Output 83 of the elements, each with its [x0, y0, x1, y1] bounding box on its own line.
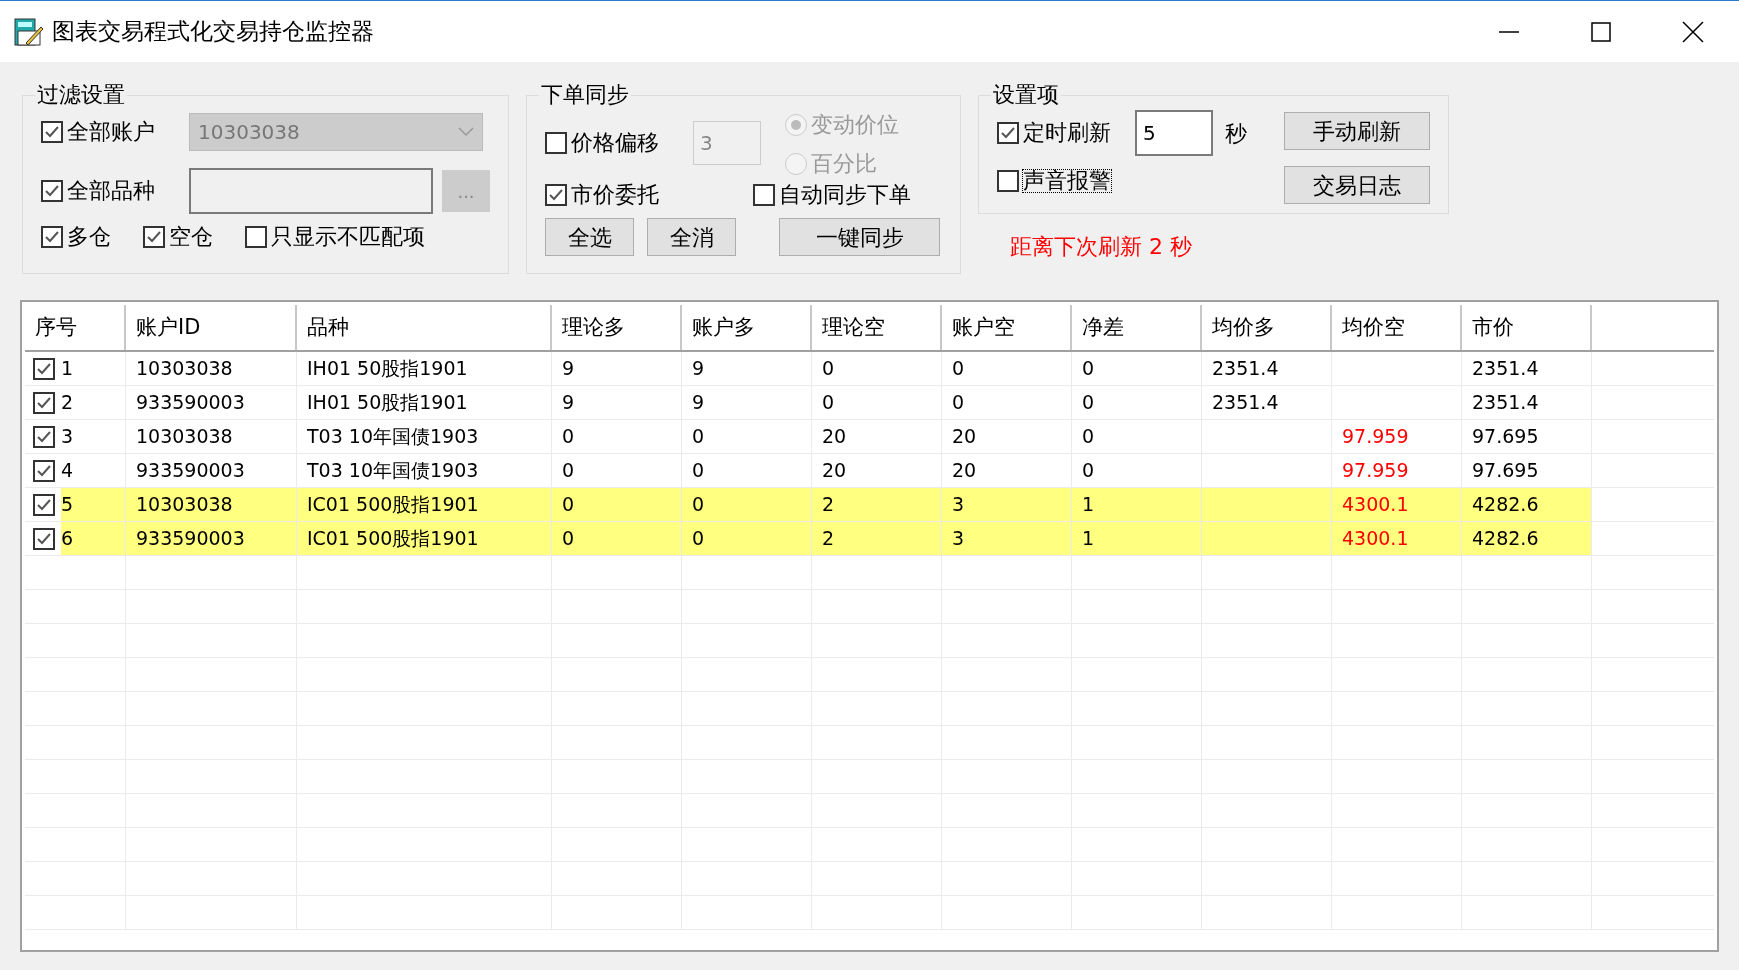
checkbox[interactable]: [753, 184, 775, 206]
close-icon: [1682, 20, 1704, 43]
row-checkbox[interactable]: [33, 357, 55, 380]
group-title: 下单同步: [540, 84, 630, 106]
countdown-text: 距离下次刷新 2 秒: [1010, 233, 1193, 261]
column-header[interactable]: 账户ID: [126, 305, 297, 350]
table-cell: 0: [552, 488, 682, 521]
table-cell: IC01 500股指1901: [297, 488, 552, 521]
checkbox[interactable]: [41, 121, 63, 143]
button[interactable]: 交易日志: [1284, 166, 1430, 204]
table-cell: 3: [942, 488, 1072, 521]
table-cell: 1: [1072, 522, 1202, 555]
checkbox[interactable]: [997, 122, 1019, 144]
checkbox-label: 声音报警: [1023, 170, 1111, 192]
check-icon: [44, 124, 60, 140]
checkbox-label: 自动同步下单: [779, 184, 911, 206]
minimize-icon: [1499, 30, 1519, 33]
sync-button[interactable]: 一键同步: [779, 218, 940, 256]
table-cell: 4282.6: [1462, 522, 1592, 555]
checkbox[interactable]: [545, 132, 567, 154]
checkbox-label: 全部账户: [67, 121, 155, 143]
caret-icon: [458, 127, 474, 137]
column-header[interactable]: 市价: [1462, 305, 1592, 350]
row-checkbox[interactable]: [33, 527, 55, 550]
table-cell: 0: [682, 488, 812, 521]
group-title: 设置项: [992, 84, 1060, 106]
table-cell: IC01 500股指1901: [297, 522, 552, 555]
table-cell: 1: [1072, 488, 1202, 521]
table-cell: 0: [552, 522, 682, 555]
column-header[interactable]: 净差: [1072, 305, 1202, 350]
check-icon: [44, 183, 60, 199]
product-field[interactable]: [189, 168, 433, 214]
table-cell: 4282.6: [1462, 488, 1592, 521]
checkbox[interactable]: [245, 226, 267, 248]
table-cell: 6: [61, 522, 125, 555]
unit-label: 秒: [1225, 119, 1247, 148]
row-checkbox[interactable]: [33, 493, 55, 516]
checkbox[interactable]: [143, 226, 165, 248]
checkbox-label: 价格偏移: [571, 132, 659, 154]
checkbox-label: 市价委托: [571, 184, 659, 206]
check-icon: [44, 229, 60, 245]
button[interactable]: 全消: [647, 218, 736, 256]
checkbox[interactable]: [41, 226, 63, 248]
checkbox-label: 全部品种: [67, 180, 155, 202]
table-cell: 5: [61, 488, 125, 521]
interval-field[interactable]: 5: [1135, 110, 1213, 156]
radio-label: 变动价位: [811, 111, 899, 139]
table-cell: 4300.1: [1332, 488, 1462, 521]
checkbox[interactable]: [41, 180, 63, 202]
spreadsheet-icon: [14, 16, 44, 47]
column-header[interactable]: 理论多: [552, 305, 682, 350]
checkbox-label: 定时刷新: [1023, 122, 1111, 144]
table-cell: 0: [682, 522, 812, 555]
check-icon: [548, 187, 564, 203]
maximize-icon: [1591, 21, 1611, 42]
checkbox[interactable]: [997, 170, 1019, 192]
row-checkbox[interactable]: [33, 391, 55, 414]
button[interactable]: 手动刷新: [1284, 112, 1430, 150]
checkbox-label: 只显示不匹配项: [271, 226, 425, 248]
table-cell: 2: [812, 488, 942, 521]
table-cell: 2: [812, 522, 942, 555]
column-header[interactable]: 账户空: [942, 305, 1072, 350]
window-title: 图表交易程式化交易持仓监控器: [52, 17, 374, 47]
table-cell: 933590003: [126, 522, 297, 555]
column-header[interactable]: 序号: [25, 305, 126, 350]
column-header[interactable]: 品种: [297, 305, 552, 350]
group-title: 过滤设置: [36, 84, 126, 106]
column-header[interactable]: 理论空: [812, 305, 942, 350]
column-header[interactable]: 均价多: [1202, 305, 1332, 350]
checkbox[interactable]: [545, 184, 567, 206]
checkbox-label: 空仓: [169, 226, 213, 248]
table-cell: 4300.1: [1332, 522, 1462, 555]
table-cell: 3: [942, 522, 1072, 555]
check-icon: [1000, 125, 1016, 141]
radio-label: 百分比: [811, 150, 877, 178]
button[interactable]: 全选: [545, 218, 634, 256]
row-checkbox[interactable]: [33, 425, 55, 448]
row-checkbox[interactable]: [33, 459, 55, 482]
column-header[interactable]: 均价空: [1332, 305, 1462, 350]
check-icon: [146, 229, 162, 245]
column-header[interactable]: 账户多: [682, 305, 812, 350]
table-cell: 10303038: [126, 488, 297, 521]
checkbox-label: 多仓: [67, 226, 111, 248]
